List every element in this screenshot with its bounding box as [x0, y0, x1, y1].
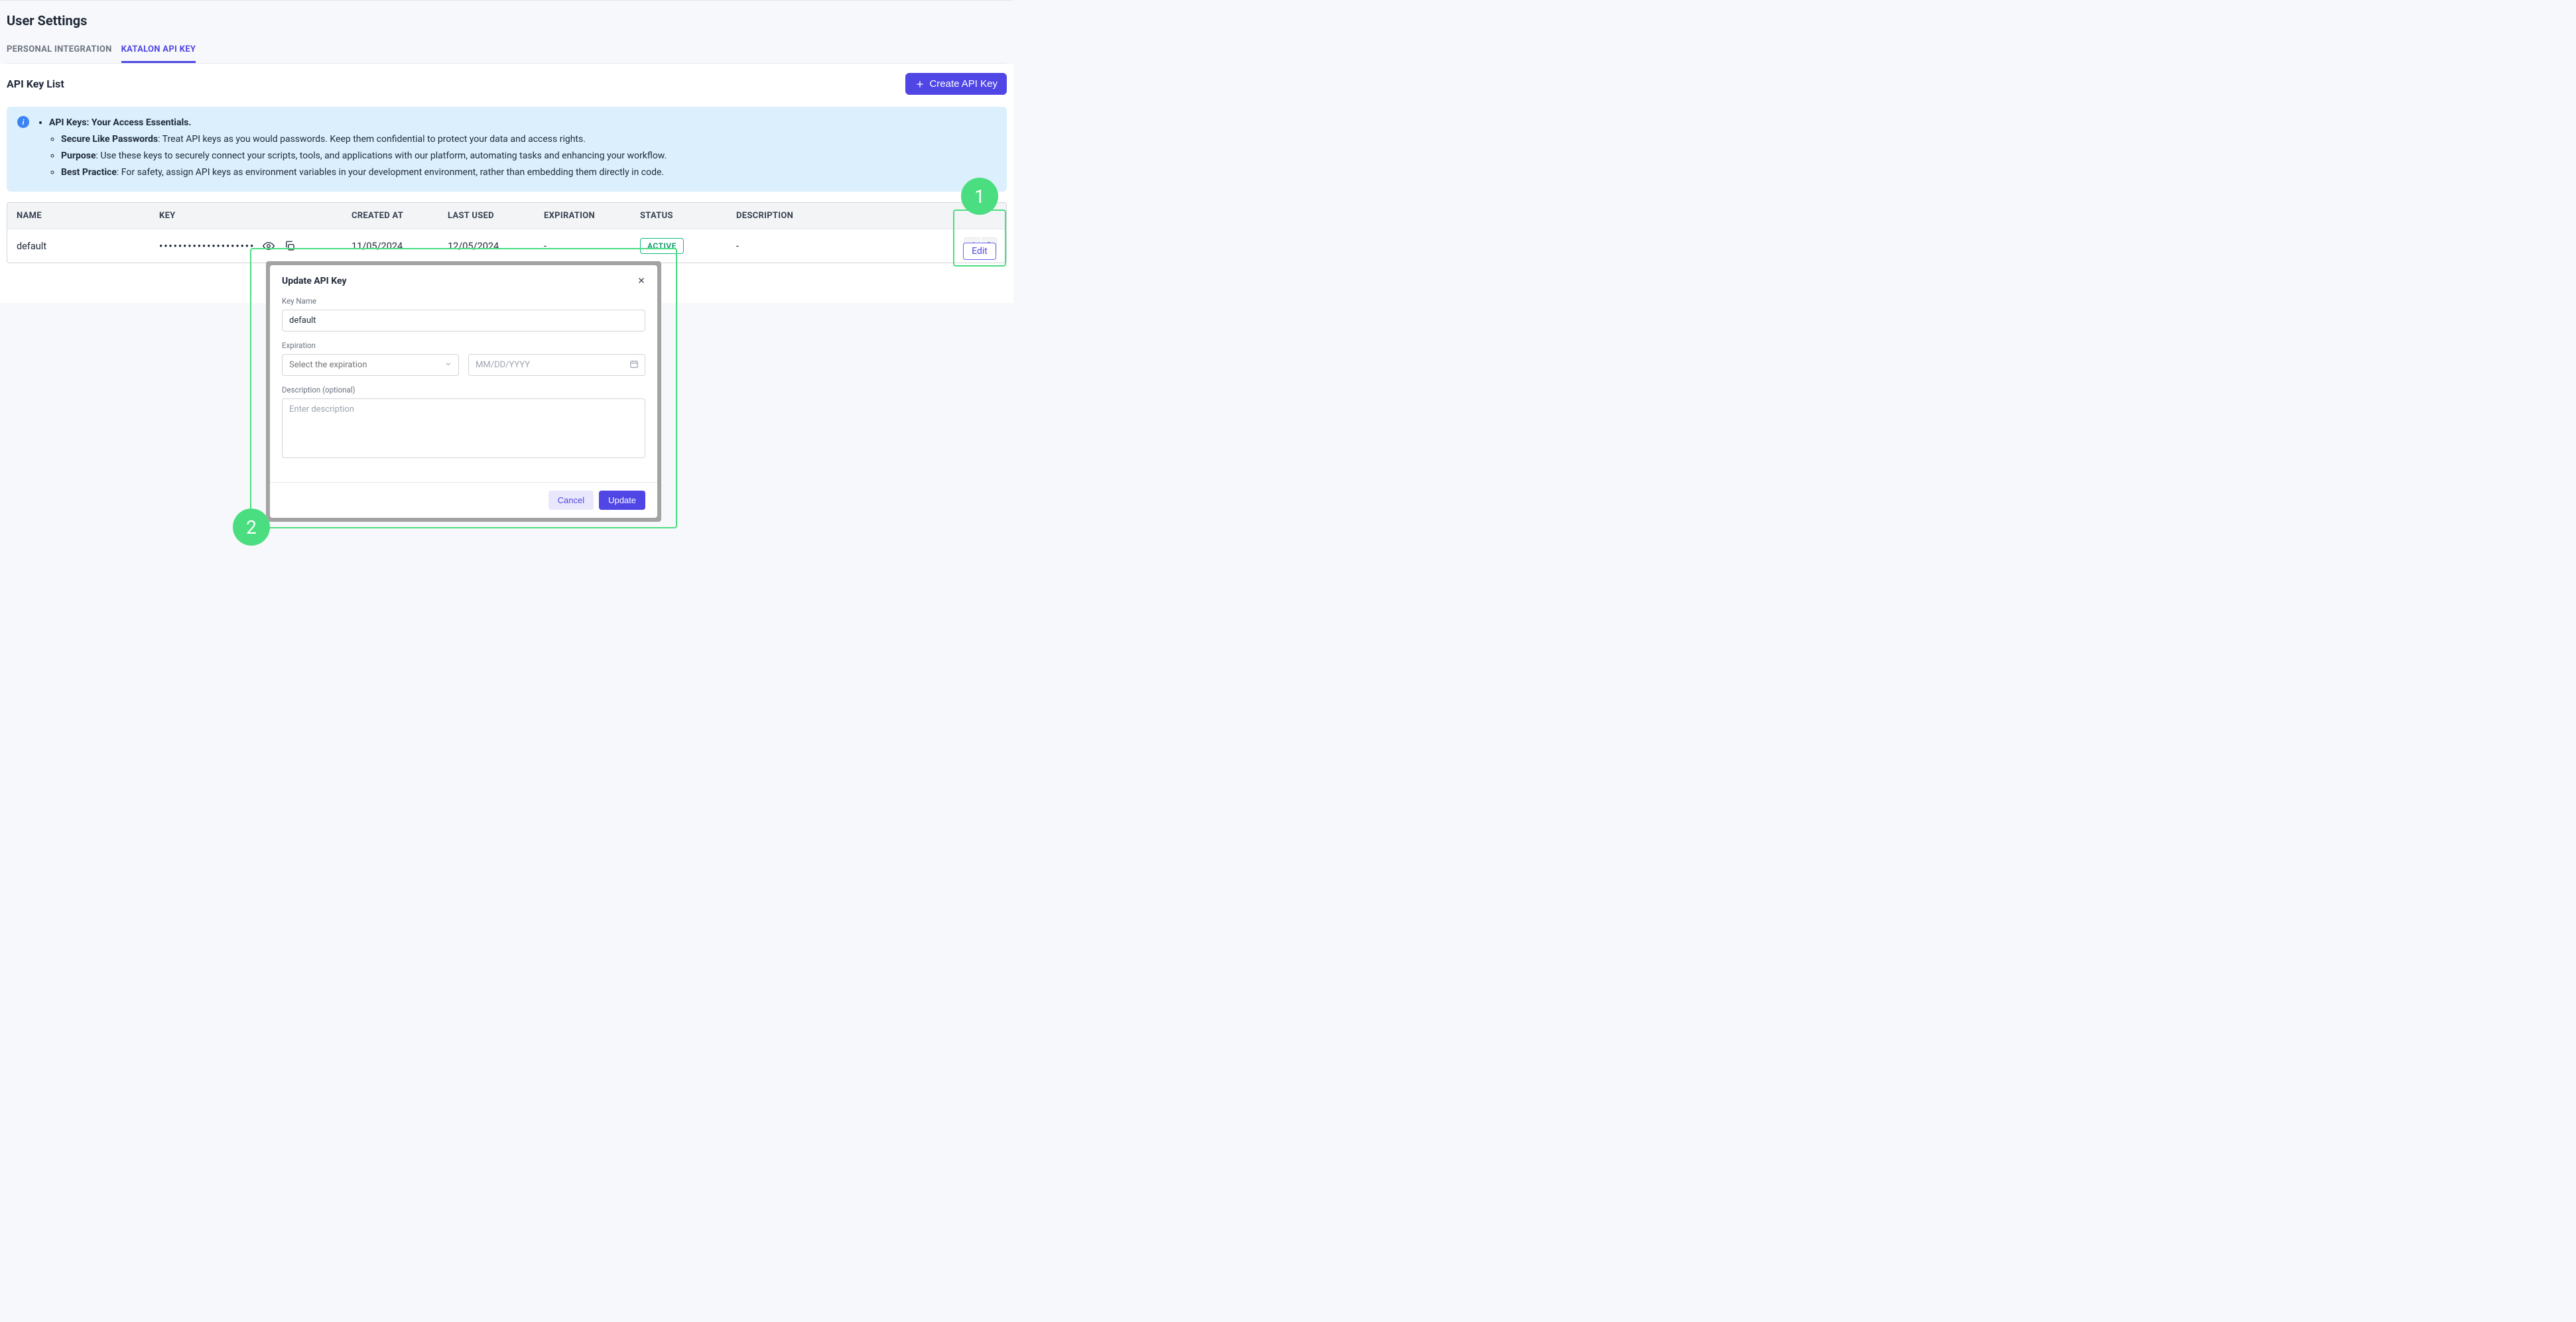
- section-title: API Key List: [7, 78, 64, 90]
- tabs: PERSONAL INTEGRATION KATALON API KEY: [7, 39, 1007, 64]
- plus-icon: [915, 79, 925, 90]
- modal-title: Update API Key: [282, 276, 347, 286]
- modal-close-button[interactable]: [637, 274, 645, 287]
- info-item-text: : Use these keys to securely connect you…: [96, 150, 667, 161]
- th-name: NAME: [7, 203, 150, 229]
- tab-katalon-api-key[interactable]: KATALON API KEY: [121, 39, 196, 63]
- tab-personal-integration[interactable]: PERSONAL INTEGRATION: [7, 39, 112, 63]
- th-description: DESCRIPTION: [727, 203, 953, 229]
- description-label: Description (optional): [282, 385, 645, 394]
- info-item-text: : Treat API keys as you would passwords.…: [158, 134, 586, 145]
- annotation-callout-1: 1 Edit: [953, 178, 1006, 267]
- cell-description: -: [727, 233, 953, 260]
- page-title: User Settings: [7, 13, 1007, 29]
- key-name-label: Key Name: [282, 296, 645, 306]
- info-heading: API Keys: Your Access Essentials.: [49, 117, 191, 128]
- update-api-key-modal: Update API Key Key Name Expiration: [270, 265, 657, 518]
- close-icon: [637, 276, 645, 284]
- expiration-select[interactable]: [282, 354, 459, 376]
- update-button[interactable]: Update: [599, 491, 645, 510]
- th-status: STATUS: [631, 203, 727, 229]
- create-api-key-button[interactable]: Create API Key: [905, 73, 1007, 95]
- annotation-number-2: 2: [233, 509, 270, 546]
- cell-key-mask: ••••••••••••••••••••: [159, 241, 255, 252]
- annotation-number-1: 1: [961, 178, 998, 215]
- cell-name: default: [7, 233, 150, 260]
- info-item-strong: Best Practice: [61, 167, 117, 178]
- th-created: CREATED AT: [342, 203, 438, 229]
- info-box: i API Keys: Your Access Essentials. Secu…: [7, 107, 1007, 192]
- expiration-label: Expiration: [282, 341, 645, 350]
- info-item-strong: Secure Like Passwords: [61, 134, 158, 145]
- info-item-text: : For safety, assign API keys as environ…: [117, 167, 664, 178]
- th-key: KEY: [150, 203, 342, 229]
- th-last: LAST USED: [438, 203, 535, 229]
- key-name-input[interactable]: [282, 310, 645, 331]
- annotation-callout-2: 2 Update API Key Key Name Expiration: [250, 248, 677, 528]
- edit-tooltip: Edit: [963, 243, 996, 260]
- cancel-button[interactable]: Cancel: [548, 491, 594, 510]
- info-item-strong: Purpose: [61, 150, 96, 161]
- description-textarea[interactable]: [282, 398, 645, 458]
- create-api-key-label: Create API Key: [929, 78, 998, 90]
- th-expiration: EXPIRATION: [535, 203, 631, 229]
- expiration-date-input[interactable]: [468, 354, 645, 376]
- info-icon: i: [17, 116, 29, 128]
